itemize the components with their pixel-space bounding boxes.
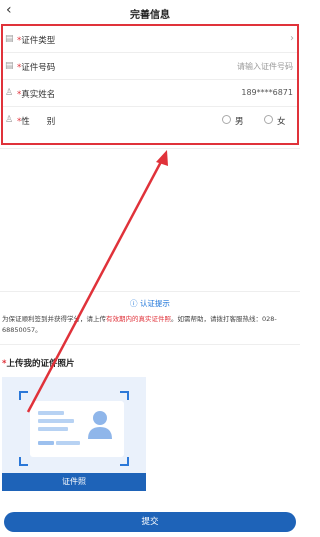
submit-button[interactable]: 提交 bbox=[4, 512, 296, 532]
gender-female-radio[interactable] bbox=[264, 115, 273, 124]
id-photo-upload[interactable]: 证件照 bbox=[2, 377, 146, 491]
page-title: 完善信息 bbox=[130, 10, 170, 21]
id-card-icon: ▤ bbox=[5, 61, 14, 71]
gender-male-label[interactable]: 男 bbox=[235, 115, 244, 127]
person-icon: ♙ bbox=[5, 88, 14, 98]
upload-title-text: 上传我的证件照片 bbox=[6, 359, 75, 369]
frame-corner bbox=[120, 391, 129, 400]
cert-type-label: 证件类型 bbox=[21, 36, 56, 46]
gender-male-radio[interactable] bbox=[222, 115, 231, 124]
divider bbox=[0, 291, 300, 292]
tip-title: ⓘ 认证提示 bbox=[0, 298, 300, 309]
frame-corner bbox=[19, 391, 28, 400]
info-icon: ⓘ bbox=[130, 299, 138, 308]
tip-text-before: 为保证顺利签到并获得学分，请上传 bbox=[2, 315, 106, 323]
cert-number-row: ▤ *证件号码 请输入证件号码 bbox=[3, 53, 297, 80]
avatar-icon bbox=[88, 411, 112, 439]
upload-title: *上传我的证件照片 bbox=[2, 357, 74, 369]
tip-text: 为保证顺利签到并获得学分，请上传有效期内的真实证件照。如需帮助，请拨打客服热线：… bbox=[2, 314, 298, 336]
frame-corner bbox=[19, 457, 28, 466]
tip-text-highlight: 有效期内的真实证件照 bbox=[106, 315, 171, 323]
gender-female-label[interactable]: 女 bbox=[277, 115, 286, 127]
person-icon: ♙ bbox=[5, 115, 14, 125]
real-name-row: ♙ *真实姓名 189****6871 bbox=[3, 80, 297, 107]
id-card-icon: ▤ bbox=[5, 34, 14, 44]
id-card-illustration bbox=[30, 401, 124, 457]
cert-number-input[interactable]: 请输入证件号码 bbox=[237, 61, 293, 72]
id-photo-button[interactable]: 证件照 bbox=[2, 473, 146, 491]
chevron-right-icon: › bbox=[290, 33, 294, 44]
divider bbox=[0, 344, 300, 345]
info-form: ▤ *证件类型 › ▤ *证件号码 请输入证件号码 ♙ *真实姓名 189***… bbox=[1, 24, 299, 145]
real-name-input[interactable]: 189****6871 bbox=[241, 88, 293, 97]
frame-corner bbox=[120, 457, 129, 466]
real-name-label: 真实姓名 bbox=[21, 90, 56, 100]
cert-number-label: 证件号码 bbox=[21, 63, 56, 73]
tip-title-text: 认证提示 bbox=[139, 299, 170, 308]
header: ‹ 完善信息 bbox=[0, 0, 300, 24]
gender-label: 性 别 bbox=[21, 117, 56, 127]
gender-row: ♙ *性 别 男 女 bbox=[3, 107, 297, 134]
divider bbox=[0, 148, 300, 149]
cert-type-row[interactable]: ▤ *证件类型 › bbox=[3, 26, 297, 53]
